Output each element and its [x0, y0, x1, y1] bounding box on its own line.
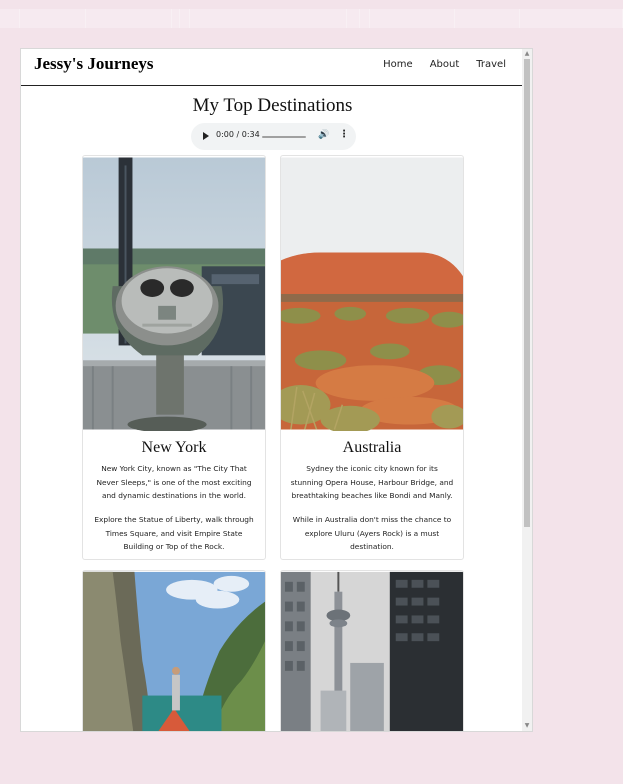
scroll-up-icon[interactable]: ▲: [523, 50, 531, 58]
tab-row: [0, 9, 623, 28]
volume-icon[interactable]: 🔊: [318, 130, 329, 140]
page-scrollbar[interactable]: ▲ ▼: [522, 49, 532, 731]
card-description: New York City, known as "The City That N…: [96, 464, 252, 500]
audio-player[interactable]: 0:00 / 0:34 🔊 ⋮: [191, 123, 356, 150]
destination-card-new-york: New York New York City, known as "The Ci…: [82, 155, 266, 560]
card-title: New York: [141, 439, 207, 456]
audio-time: 0:00 / 0:34: [216, 130, 260, 139]
sky-tower-image: [281, 571, 463, 731]
scroll-down-icon[interactable]: ▼: [523, 722, 531, 730]
australia-image: [281, 157, 463, 431]
browser-tab-strip: [0, 0, 623, 30]
card-description-2: Explore the Statue of Liberty, walk thro…: [94, 515, 254, 551]
destination-card-australia: Australia Sydney the iconic city known f…: [280, 155, 464, 560]
audio-progress-track[interactable]: [262, 136, 306, 138]
scrollbar-thumb[interactable]: [524, 59, 530, 527]
card-title: Australia: [342, 439, 402, 456]
page-title: My Top Destinations: [192, 95, 353, 116]
cliffs-boat-image: [83, 571, 265, 731]
navbar: Jessy's Journeys Home About Travel: [21, 49, 524, 86]
site-brand[interactable]: Jessy's Journeys: [34, 54, 153, 74]
nav-link-about[interactable]: About: [430, 59, 460, 70]
nav-link-home[interactable]: Home: [383, 59, 413, 70]
destination-card-auckland: [280, 570, 464, 731]
new-york-image: [83, 157, 265, 431]
card-description-2: While in Australia don't miss the chance…: [292, 515, 452, 551]
destination-card-thailand: [82, 570, 266, 731]
nav-link-travel[interactable]: Travel: [476, 59, 506, 70]
card-description: Sydney the iconic city known for its stu…: [290, 464, 454, 500]
play-icon[interactable]: [203, 132, 209, 140]
webpage-viewport: Jessy's Journeys Home About Travel My To…: [20, 48, 533, 732]
more-options-icon[interactable]: ⋮: [339, 129, 349, 140]
nav-links: Home About Travel: [366, 59, 506, 70]
